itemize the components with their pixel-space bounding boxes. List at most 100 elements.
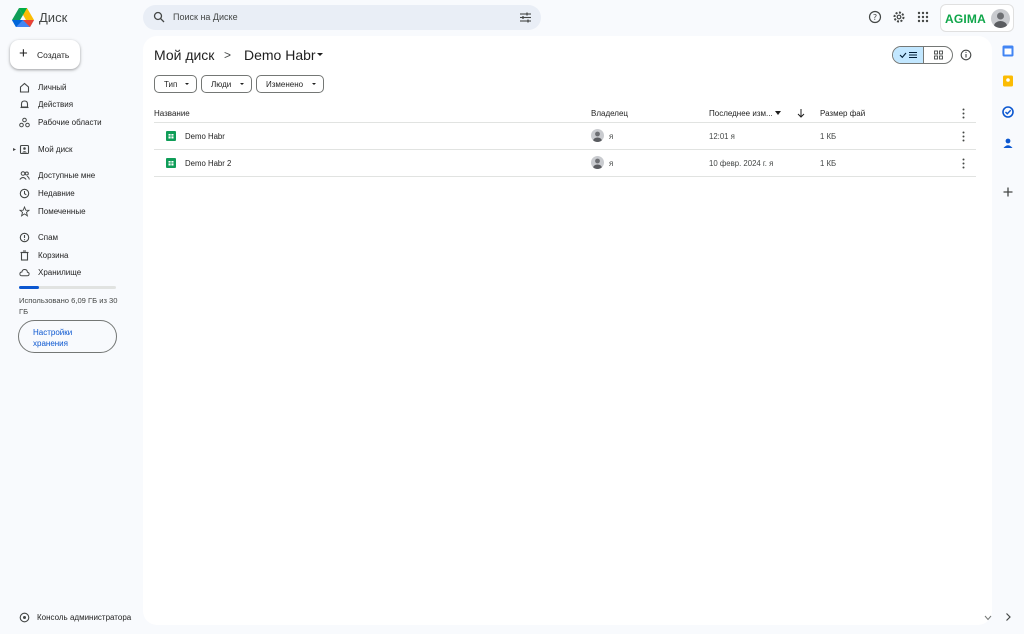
admin-console-label: Консоль администратора xyxy=(37,613,132,622)
sidebar-item-label: Личный xyxy=(38,83,67,92)
info-icon[interactable] xyxy=(960,49,972,61)
search-bar[interactable]: Поиск на Диске xyxy=(143,5,541,30)
spam-icon xyxy=(19,232,30,243)
settings-gear-icon[interactable] xyxy=(892,10,906,24)
sidebar-item-label: Доступные мне xyxy=(38,171,96,180)
file-name[interactable]: Demo Habr xyxy=(185,132,225,141)
filter-type-chip[interactable]: Тип xyxy=(154,75,197,93)
sidebar-item-label: Корзина xyxy=(38,251,69,260)
list-view-button[interactable] xyxy=(893,47,924,63)
sort-caret-icon[interactable] xyxy=(775,111,781,116)
resize-handle-icon[interactable] xyxy=(984,614,992,622)
sidebar-item-label: Рабочие области xyxy=(38,118,102,127)
sidebar-item-spam[interactable]: Спам xyxy=(0,230,140,246)
filter-label: Тип xyxy=(164,80,178,89)
account-button[interactable]: AGIMA xyxy=(940,4,1014,32)
chevron-right-icon[interactable] xyxy=(1004,612,1012,622)
more-vert-icon[interactable] xyxy=(962,108,965,119)
filter-label: Люди xyxy=(211,80,232,89)
cloud-icon xyxy=(19,268,30,277)
google-sheets-file-icon xyxy=(166,158,176,168)
create-button[interactable]: + Создать xyxy=(10,40,80,69)
bell-icon xyxy=(20,100,29,109)
search-input[interactable]: Поиск на Диске xyxy=(173,12,238,22)
breadcrumb-root[interactable]: Мой диск xyxy=(154,47,214,63)
owner-avatar xyxy=(591,156,604,169)
table-header: Название Владелец Последнее изм... Разме… xyxy=(154,103,976,123)
sidebar-item-my-drive[interactable]: ▸ Мой диск xyxy=(0,142,140,158)
tasks-icon[interactable] xyxy=(1002,106,1014,118)
star-icon xyxy=(19,206,30,217)
sidebar-item-personal[interactable]: Личный xyxy=(0,80,140,96)
trash-icon xyxy=(20,250,29,261)
clock-icon xyxy=(19,188,30,199)
storage-settings-label: Настройки хранения xyxy=(33,328,73,348)
expand-caret-icon[interactable]: ▸ xyxy=(13,146,16,153)
add-addon-icon[interactable] xyxy=(1002,186,1014,198)
google-sheets-file-icon xyxy=(166,131,176,141)
sidebar-item-activity[interactable]: Действия xyxy=(0,97,140,113)
sidebar-item-label: Мой диск xyxy=(38,145,73,154)
filter-modified-chip[interactable]: Изменено xyxy=(256,75,324,93)
sort-direction-arrow-icon[interactable] xyxy=(797,108,805,118)
sidebar-item-recent[interactable]: Недавние xyxy=(0,186,140,202)
column-owner-header[interactable]: Владелец xyxy=(591,109,628,118)
chevron-down-icon xyxy=(185,83,189,85)
admin-console-link[interactable]: Консоль администратора xyxy=(0,609,140,625)
home-icon xyxy=(19,82,30,93)
main-panel: Мой диск > Demo Habr Тип Люди Изменено Н… xyxy=(143,36,992,625)
sidebar-item-starred[interactable]: Помеченные xyxy=(0,204,140,220)
apps-grid-icon[interactable] xyxy=(916,10,930,24)
file-name[interactable]: Demo Habr 2 xyxy=(185,159,231,168)
filter-label: Изменено xyxy=(266,80,304,89)
chevron-down-icon xyxy=(240,83,244,85)
sidebar-item-storage[interactable]: Хранилище xyxy=(0,265,140,281)
my-drive-icon xyxy=(19,144,30,155)
search-icon[interactable] xyxy=(153,11,165,23)
more-vert-icon[interactable] xyxy=(962,158,965,169)
breadcrumb-separator-icon: > xyxy=(224,48,232,62)
avatar[interactable] xyxy=(991,9,1010,28)
folder-menu-caret-icon[interactable] xyxy=(317,53,323,56)
calendar-icon[interactable] xyxy=(1002,45,1014,57)
shared-icon xyxy=(19,171,30,180)
sidebar-item-workspaces[interactable]: Рабочие области xyxy=(0,115,140,131)
app-title[interactable]: Диск xyxy=(39,10,67,25)
drive-logo-icon[interactable] xyxy=(12,8,34,28)
file-modified: 10 февр. 2024 г. я xyxy=(709,159,774,168)
storage-used-text: Использовано 6,09 ГБ из 30 ГБ xyxy=(19,296,118,316)
sidebar-item-label: Хранилище xyxy=(38,268,82,277)
workspaces-icon xyxy=(19,117,30,128)
more-vert-icon[interactable] xyxy=(962,131,965,142)
column-modified-header[interactable]: Последнее изм... xyxy=(709,109,773,118)
sidebar-item-label: Недавние xyxy=(38,189,75,198)
file-size: 1 КБ xyxy=(820,132,837,141)
sidebar-item-label: Действия xyxy=(38,100,74,109)
grid-view-button[interactable] xyxy=(924,47,952,63)
top-bar: Диск Поиск на Диске ? AGIMA xyxy=(0,0,1024,36)
table-row[interactable]: Demo Habr я 12:01 я 1 КБ xyxy=(154,123,976,150)
grid-view-icon xyxy=(934,50,943,60)
brand-name: AGIMA xyxy=(945,12,986,26)
column-size-header[interactable]: Размер фай xyxy=(820,109,865,118)
column-name-header[interactable]: Название xyxy=(154,109,190,118)
search-options-icon[interactable] xyxy=(519,11,532,24)
storage-progress-bar xyxy=(19,286,116,289)
view-toggle xyxy=(892,46,953,64)
table-row[interactable]: Demo Habr 2 я 10 февр. 2024 г. я 1 КБ xyxy=(154,150,976,177)
storage-settings-button[interactable]: Настройки хранения xyxy=(18,320,117,353)
sidebar-item-trash[interactable]: Корзина xyxy=(0,248,140,264)
sidebar-item-shared[interactable]: Доступные мне xyxy=(0,168,140,184)
contacts-icon[interactable] xyxy=(1002,137,1014,149)
create-label: Создать xyxy=(37,50,70,60)
sidebar-item-label: Помеченные xyxy=(38,207,86,216)
sidebar-item-label: Спам xyxy=(38,233,59,242)
keep-icon[interactable] xyxy=(1002,75,1014,87)
breadcrumb-current[interactable]: Demo Habr xyxy=(244,47,316,63)
help-icon[interactable]: ? xyxy=(868,10,882,24)
file-modified: 12:01 я xyxy=(709,132,735,141)
owner-avatar xyxy=(591,129,604,142)
filter-people-chip[interactable]: Люди xyxy=(201,75,252,93)
file-owner: я xyxy=(609,159,614,168)
admin-console-icon xyxy=(19,612,30,623)
